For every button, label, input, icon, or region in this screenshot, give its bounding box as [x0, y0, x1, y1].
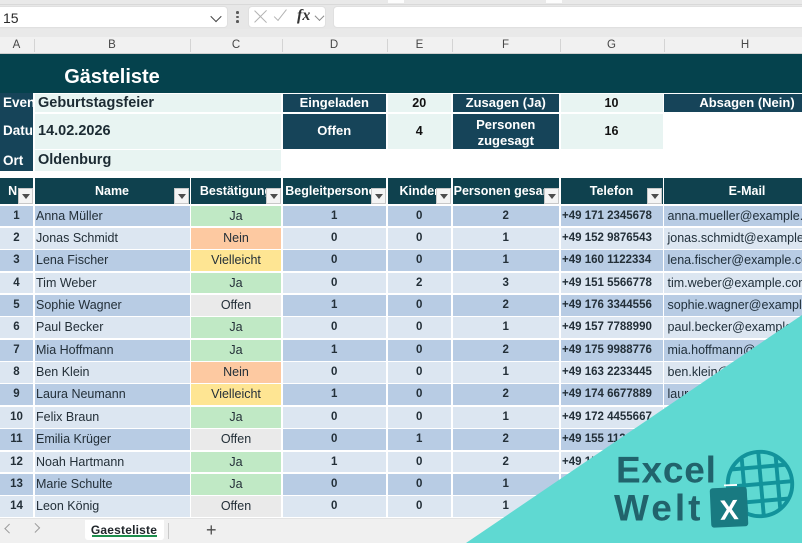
svg-text:Welt: Welt [614, 488, 703, 529]
svg-text:X: X [719, 494, 739, 526]
svg-text:Excel: Excel [616, 450, 717, 491]
